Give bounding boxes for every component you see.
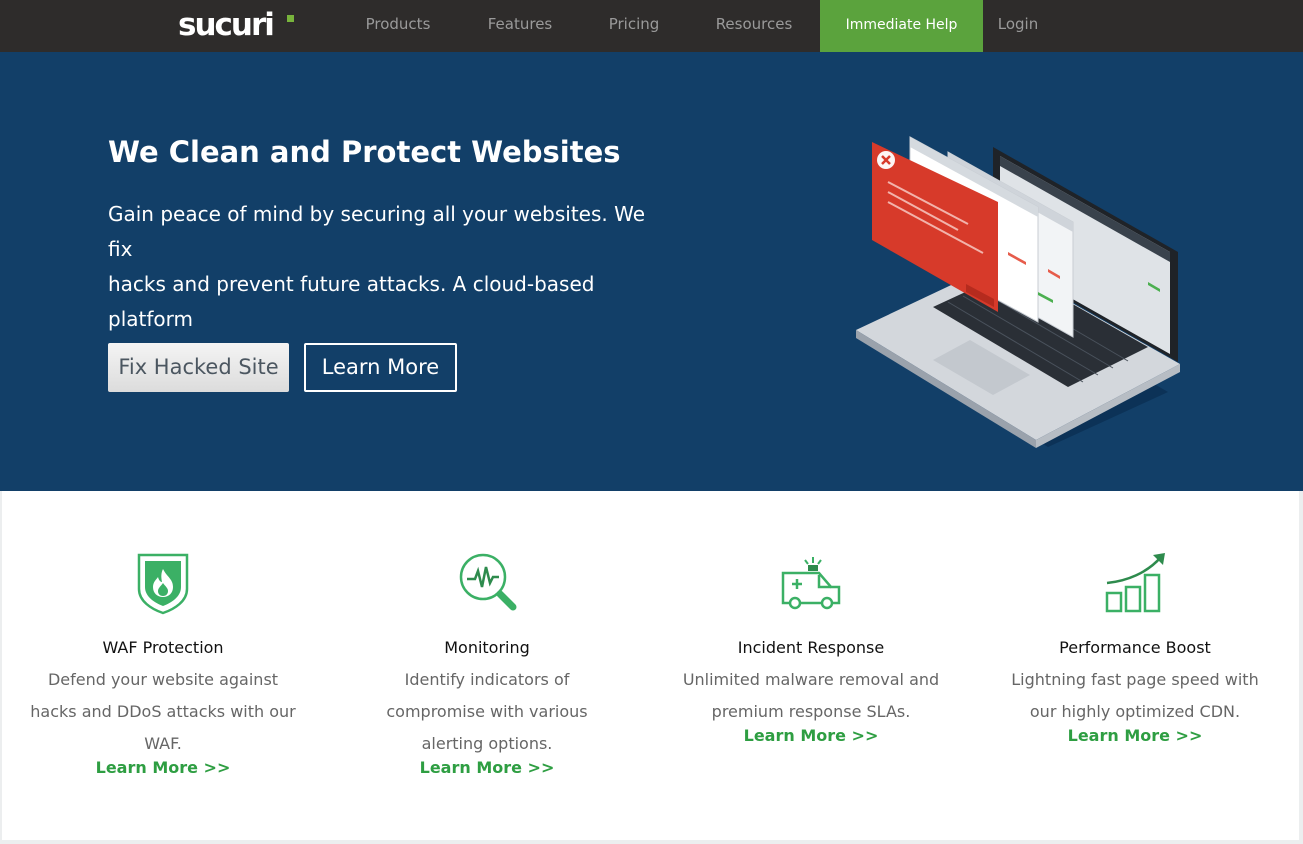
logo-accent-mark <box>287 15 294 22</box>
nav-features[interactable]: Features <box>480 0 560 52</box>
feature-description-line: Unlimited malware removal and <box>682 670 940 689</box>
feature-description-line: alerting options. <box>421 734 553 753</box>
hero-title: We Clean and Protect Websites <box>108 135 621 169</box>
feature-description: Lightning fast page speed with our highl… <box>985 664 1285 728</box>
nav-pricing[interactable]: Pricing <box>600 0 668 52</box>
feature-description-line: our highly optimized CDN. <box>1029 702 1241 721</box>
feature-description-line: Identify indicators of <box>404 670 570 689</box>
feature-title: Incident Response <box>737 638 885 657</box>
feature-description: Unlimited malware removal and premium re… <box>661 664 961 728</box>
sucuri-logo[interactable]: sucuri <box>178 7 298 43</box>
top-nav: sucuri Products Features Pricing Resourc… <box>0 0 1303 52</box>
feature-description: Defend your website against hacks and DD… <box>13 664 313 760</box>
laptop-illustration <box>856 136 1180 448</box>
hero-section: We Clean and Protect Websites Gain peace… <box>0 52 1303 491</box>
nav-resources[interactable]: Resources <box>710 0 798 52</box>
feature-description-line: hacks and DDoS attacks with our <box>30 702 296 721</box>
fix-hacked-site-button[interactable]: Fix Hacked Site <box>108 343 289 392</box>
feature-title: Performance Boost <box>1059 638 1211 657</box>
hero-subtitle-line: hacks and prevent future attacks. A clou… <box>108 272 595 331</box>
feature-description-line: Defend your website against <box>47 670 279 689</box>
incident-response-learn-more-link[interactable]: Learn More >> <box>661 726 961 745</box>
hero-subtitle-line: Gain peace of mind by securing all your … <box>108 202 646 261</box>
nav-products[interactable]: Products <box>358 0 438 52</box>
shield-fire-icon <box>137 553 189 615</box>
feature-description: Identify indicators of compromise with v… <box>337 664 637 760</box>
nav-login[interactable]: Login <box>990 0 1046 52</box>
feature-description-line: compromise with various <box>386 702 588 721</box>
performance-learn-more-link[interactable]: Learn More >> <box>985 726 1285 745</box>
features-section: WAF Protection Defend your website again… <box>2 491 1299 840</box>
feature-description-line: Lightning fast page speed with <box>1011 670 1259 689</box>
monitoring-learn-more-link[interactable]: Learn More >> <box>337 758 637 777</box>
feature-description-line: WAF. <box>144 734 182 753</box>
immediate-help-button[interactable]: Immediate Help <box>820 0 983 52</box>
learn-more-button[interactable]: Learn More <box>304 343 457 392</box>
waf-learn-more-link[interactable]: Learn More >> <box>13 758 313 777</box>
feature-description-line: premium response SLAs. <box>711 702 911 721</box>
magnifier-pulse-icon <box>459 553 517 611</box>
logo-text: sucuri <box>178 7 275 43</box>
feature-title: WAF Protection <box>102 638 224 657</box>
feature-title: Monitoring <box>444 638 530 657</box>
performance-chart-icon <box>1105 553 1165 613</box>
ambulance-icon <box>781 557 841 610</box>
